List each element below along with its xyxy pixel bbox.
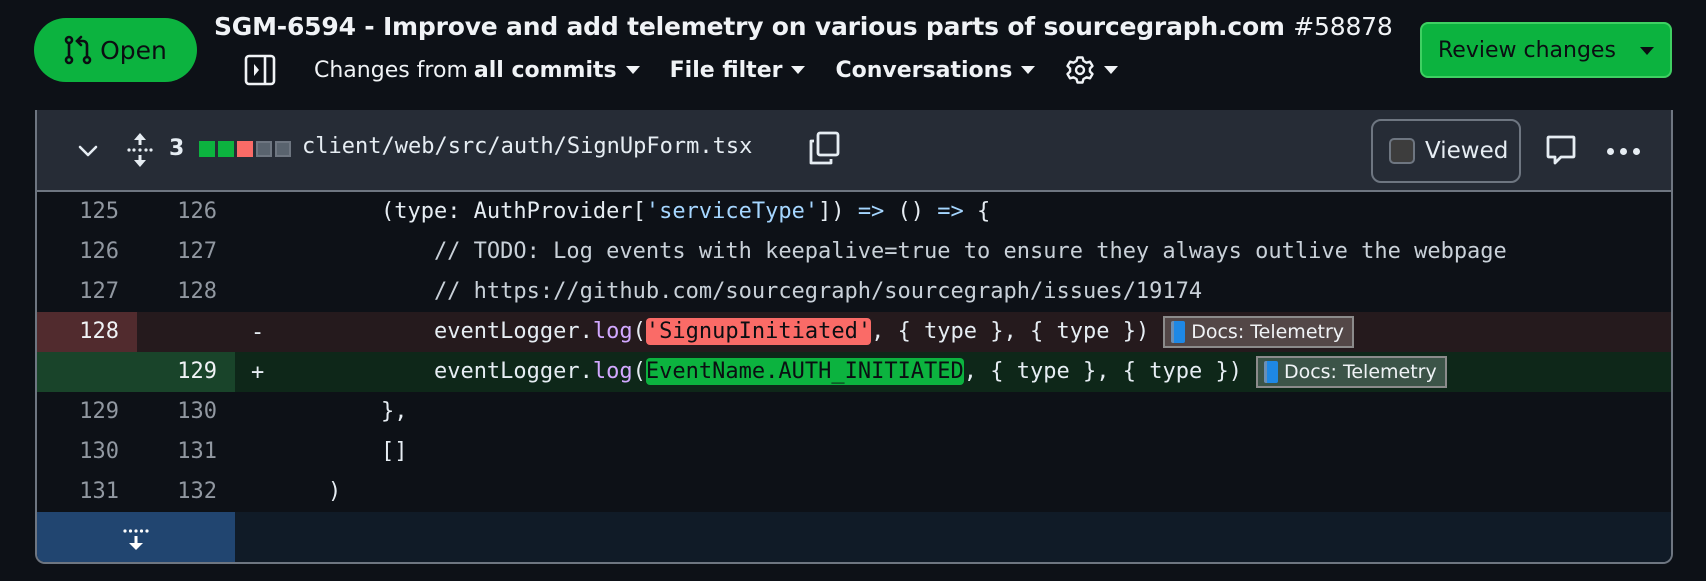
expand-row-fill: [235, 512, 1671, 562]
added-token: EventName.AUTH_INITIATED: [645, 358, 964, 385]
old-line-number[interactable]: 129: [37, 392, 137, 432]
file-change-count: 3: [169, 136, 185, 161]
changes-from-prefix: Changes from: [314, 57, 468, 83]
conversations-dropdown[interactable]: Conversations: [835, 57, 1036, 83]
diffstat-block: [256, 141, 272, 157]
code-line: },: [275, 399, 408, 424]
diff-row-context: 131 132 ): [37, 472, 1671, 512]
diff-row-context: 130 131 []: [37, 432, 1671, 472]
gear-icon: [1066, 56, 1095, 84]
code-line: eventLogger.log('SignupInitiated', { typ…: [275, 312, 1355, 352]
caret-down-icon: [791, 66, 806, 74]
diffstat: [199, 141, 291, 157]
caret-down-icon: [1640, 47, 1654, 55]
diff-row-context: 125 126 (type: AuthProvider['serviceType…: [37, 192, 1671, 232]
file-filter-dropdown[interactable]: File filter: [670, 58, 806, 83]
sidebar-expand-icon: [244, 54, 276, 86]
old-line-number[interactable]: 130: [37, 432, 137, 472]
pr-status-badge: Open: [34, 18, 197, 82]
pr-status-label: Open: [100, 35, 167, 65]
new-line-number[interactable]: 127: [137, 232, 235, 272]
file-filter-label: File filter: [669, 57, 783, 83]
review-changes-button[interactable]: Review changes: [1420, 22, 1672, 78]
more-options-button[interactable]: [1607, 144, 1647, 158]
old-line-number[interactable]: 125: [37, 192, 137, 232]
diffstat-block: [275, 141, 291, 157]
caret-down-icon: [1021, 66, 1036, 74]
diffstat-block: [218, 141, 234, 157]
pr-title: SGM-6594 - Improve and add telemetry on …: [214, 12, 1393, 41]
code-line: (type: AuthProvider['serviceType']) => (…: [380, 199, 991, 224]
expand-all-icon[interactable]: [125, 130, 155, 170]
pull-request-icon: [64, 35, 92, 65]
kebab-dot: [1607, 147, 1614, 155]
new-line-number[interactable]: 132: [137, 472, 235, 512]
old-line-number[interactable]: 131: [37, 472, 137, 512]
toggle-file-tree-button[interactable]: [244, 54, 276, 86]
old-line-number[interactable]: 126: [37, 232, 137, 272]
conversations-label: Conversations: [835, 57, 1013, 83]
diff-row-context: 129 130 },: [37, 392, 1671, 432]
chevron-down-icon[interactable]: [77, 140, 99, 162]
code-line: eventLogger.log(EventName.AUTH_INITIATED…: [275, 352, 1447, 392]
diff-table: 125 126 (type: AuthProvider['serviceType…: [37, 192, 1671, 562]
changes-from-dropdown[interactable]: Changes from all commits: [314, 58, 640, 83]
diff-settings-dropdown[interactable]: [1065, 55, 1119, 85]
file-diff-panel: 3 client/web/src/auth/SignUpForm.tsx Vie…: [35, 110, 1673, 564]
kebab-dot: [1633, 147, 1640, 155]
copy-icon[interactable]: [807, 130, 841, 166]
docs-telemetry-link[interactable]: Docs: Telemetry: [1163, 316, 1355, 348]
viewed-toggle[interactable]: Viewed: [1371, 119, 1521, 183]
old-line-number[interactable]: 127: [37, 272, 137, 312]
code-line: // https://github.com/sourcegraph/source…: [275, 279, 1203, 304]
new-line-number[interactable]: 131: [137, 432, 235, 472]
code-line: // TODO: Log events with keepalive=true …: [275, 239, 1507, 264]
pr-title-text: SGM-6594 - Improve and add telemetry on …: [214, 12, 1285, 41]
pr-files-toolbar: Changes from all commits File filter Con…: [244, 50, 1148, 90]
diff-row-deletion: 128 - eventLogger.log('SignupInitiated',…: [37, 312, 1671, 352]
diffstat-block: [199, 141, 215, 157]
diffstat-block: [237, 141, 253, 157]
code-line: ): [275, 479, 342, 504]
docs-telemetry-link[interactable]: Docs: Telemetry: [1255, 356, 1447, 388]
new-line-number[interactable]: 126: [137, 192, 235, 232]
code-line: []: [275, 439, 408, 464]
book-icon: [1171, 321, 1186, 343]
expand-down-icon: [123, 529, 149, 550]
expand-down-button[interactable]: [37, 512, 235, 562]
new-line-number[interactable]: 129: [137, 352, 235, 392]
caret-down-icon: [1104, 66, 1119, 74]
book-icon: [1263, 361, 1278, 383]
file-header: 3 client/web/src/auth/SignUpForm.tsx Vie…: [37, 110, 1671, 192]
pr-number: #58878: [1293, 12, 1393, 41]
review-changes-label: Review changes: [1438, 37, 1616, 63]
old-line-number[interactable]: [37, 352, 137, 392]
comment-icon[interactable]: [1545, 134, 1577, 168]
new-line-number[interactable]: [137, 312, 235, 352]
diff-marker-minus: -: [251, 319, 265, 345]
viewed-label: Viewed: [1425, 138, 1509, 164]
diff-row-context: 126 127 // TODO: Log events with keepali…: [37, 232, 1671, 272]
old-line-number[interactable]: 128: [37, 312, 137, 352]
diff-row-addition: 129 + eventLogger.log(EventName.AUTH_INI…: [37, 352, 1671, 392]
removed-token: 'SignupInitiated': [645, 318, 872, 345]
changes-from-value: all commits: [473, 57, 617, 83]
new-line-number[interactable]: 130: [137, 392, 235, 432]
diff-marker-plus: +: [251, 359, 265, 385]
new-line-number[interactable]: 128: [137, 272, 235, 312]
kebab-dot: [1620, 147, 1627, 155]
expand-row: [37, 512, 1671, 562]
diff-row-context: 127 128 // https://github.com/sourcegrap…: [37, 272, 1671, 312]
viewed-checkbox[interactable]: [1389, 138, 1415, 164]
caret-down-icon: [625, 66, 640, 74]
file-path[interactable]: client/web/src/auth/SignUpForm.tsx: [302, 134, 752, 159]
